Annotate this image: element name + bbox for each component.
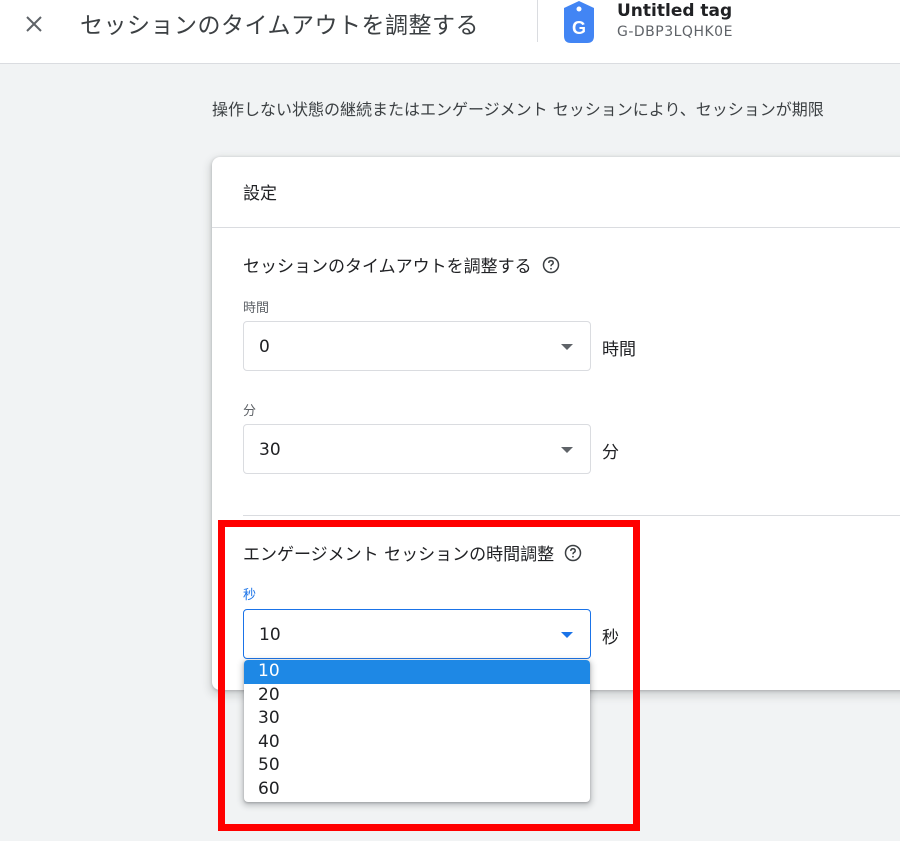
seconds-dropdown-menu: 10 20 30 40 50 60: [244, 660, 590, 802]
dropdown-option-30[interactable]: 30: [244, 707, 590, 731]
dropdown-option-50[interactable]: 50: [244, 754, 590, 778]
minutes-value: 30: [259, 440, 281, 460]
dropdown-arrow-icon: [561, 632, 573, 638]
engaged-section-label: エンゲージメント セッションの時間調整: [243, 545, 555, 565]
minutes-select[interactable]: 30: [243, 424, 591, 474]
dropdown-option-10[interactable]: 10: [244, 660, 590, 684]
dropdown-option-60[interactable]: 60: [244, 778, 590, 802]
timeout-section-label: セッションのタイムアウトを調整する: [243, 257, 532, 277]
section-divider: [243, 515, 900, 516]
timeout-section-title: セッションのタイムアウトを調整する: [243, 252, 560, 277]
close-button[interactable]: [18, 8, 50, 40]
page-title: セッションのタイムアウトを調整する: [80, 13, 480, 39]
settings-card: 設定 セッションのタイムアウトを調整する 時間 0 時間 分 30 分 エンゲー…: [212, 157, 900, 690]
minutes-unit: 分: [602, 443, 619, 463]
dropdown-option-40[interactable]: 40: [244, 731, 590, 755]
seconds-unit: 秒: [602, 628, 619, 648]
hours-value: 0: [259, 337, 270, 357]
seconds-select[interactable]: 10: [243, 609, 591, 659]
dropdown-arrow-icon: [561, 344, 573, 350]
tag-letter: G: [572, 18, 586, 38]
card-header: 設定: [212, 157, 900, 228]
help-icon[interactable]: [564, 544, 582, 562]
seconds-label: 秒: [243, 588, 257, 603]
dropdown-option-20[interactable]: 20: [244, 684, 590, 708]
tag-name: Untitled tag: [617, 1, 733, 21]
hours-unit: 時間: [602, 340, 636, 360]
tag-icon: G: [564, 1, 594, 43]
header-divider: [537, 0, 538, 42]
tag-id: G-DBP3LQHK0E: [617, 24, 733, 40]
engaged-section-title: エンゲージメント セッションの時間調整: [243, 540, 582, 565]
minutes-label: 分: [243, 404, 257, 419]
hours-label: 時間: [243, 301, 270, 316]
top-bar: セッションのタイムアウトを調整する G Untitled tag G-DBP3L…: [0, 0, 900, 64]
card-title: 設定: [243, 184, 277, 204]
close-icon: [26, 16, 42, 32]
seconds-value: 10: [259, 625, 281, 645]
hours-select[interactable]: 0: [243, 321, 591, 371]
help-icon[interactable]: [542, 256, 560, 274]
dropdown-arrow-icon: [561, 447, 573, 453]
description-text: 操作しない状態の継続またはエンゲージメント セッションにより、セッションが期限: [212, 100, 824, 119]
